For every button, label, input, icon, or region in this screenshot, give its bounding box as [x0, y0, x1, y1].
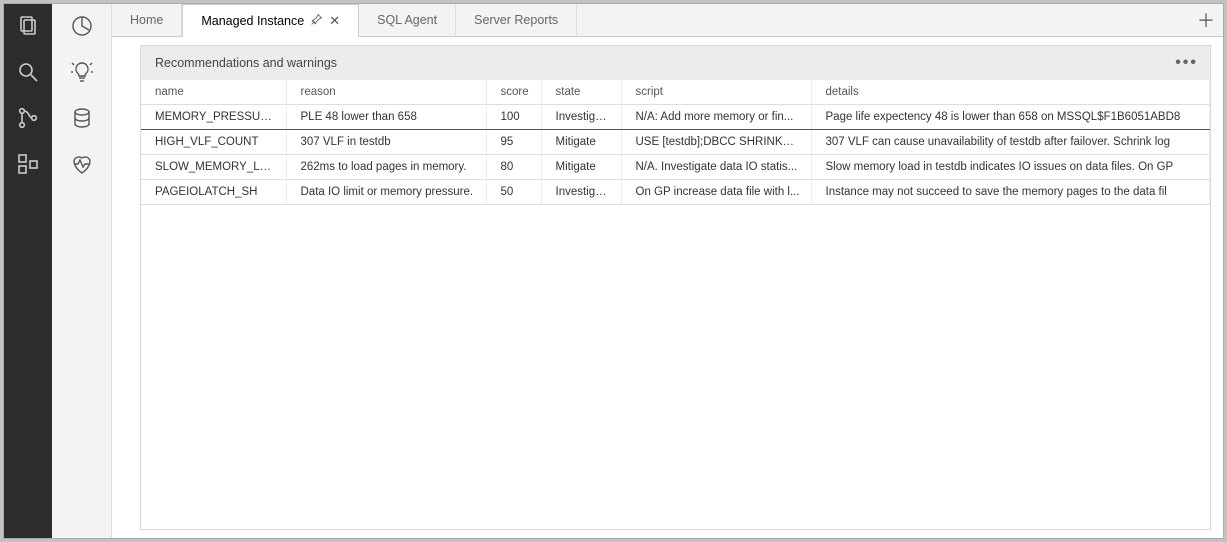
health-icon[interactable]	[70, 152, 94, 176]
table-row[interactable]: HIGH_VLF_COUNT 307 VLF in testdb 95 Miti…	[141, 130, 1210, 155]
cell-state: Mitigate	[541, 130, 621, 155]
tab-home[interactable]: Home	[112, 4, 182, 36]
activity-bar	[4, 4, 52, 538]
files-icon[interactable]	[16, 14, 40, 38]
cell-score: 95	[486, 130, 541, 155]
table-header-row: name reason score state script details	[141, 80, 1210, 105]
database-icon[interactable]	[70, 106, 94, 130]
main-area: Home Managed Instance ✕ SQL Agent Server…	[112, 4, 1223, 538]
close-icon[interactable]: ✕	[329, 13, 340, 29]
cell-details: Slow memory load in testdb indicates IO …	[811, 155, 1210, 180]
cell-script: On GP increase data file with l...	[621, 180, 811, 205]
tab-label: Server Reports	[474, 13, 558, 27]
cell-details: Instance may not succeed to save the mem…	[811, 180, 1210, 205]
cell-score: 50	[486, 180, 541, 205]
cell-details: 307 VLF can cause unavailability of test…	[811, 130, 1210, 155]
tab-managed-instance[interactable]: Managed Instance ✕	[182, 4, 359, 37]
cell-script: N/A. Investigate data IO statis...	[621, 155, 811, 180]
col-header-reason[interactable]: reason	[286, 80, 486, 105]
cell-name: MEMORY_PRESSURE	[141, 105, 286, 130]
source-control-icon[interactable]	[16, 106, 40, 130]
search-icon[interactable]	[16, 60, 40, 84]
content-pane: Recommendations and warnings ••• name	[112, 37, 1223, 538]
panel-header: Recommendations and warnings •••	[141, 46, 1210, 80]
col-header-script[interactable]: script	[621, 80, 811, 105]
cell-details: Page life expectency 48 is lower than 65…	[811, 105, 1210, 130]
col-header-details[interactable]: details	[811, 80, 1210, 105]
editor-tabs: Home Managed Instance ✕ SQL Agent Server…	[112, 4, 1223, 37]
pin-icon[interactable]	[310, 13, 323, 29]
panel-title: Recommendations and warnings	[155, 56, 337, 70]
more-actions-icon[interactable]: •••	[1175, 54, 1198, 72]
col-header-state[interactable]: state	[541, 80, 621, 105]
cell-reason: 262ms to load pages in memory.	[286, 155, 486, 180]
table-row[interactable]: MEMORY_PRESSURE PLE 48 lower than 658 10…	[141, 105, 1210, 130]
col-header-score[interactable]: score	[486, 80, 541, 105]
cell-score: 80	[486, 155, 541, 180]
cell-reason: Data IO limit or memory pressure.	[286, 180, 486, 205]
chart-icon[interactable]	[70, 14, 94, 38]
cell-name: PAGEIOLATCH_SH	[141, 180, 286, 205]
cell-name: SLOW_MEMORY_LOAD	[141, 155, 286, 180]
cell-state: Investigate	[541, 105, 621, 130]
add-tab-button[interactable]: ＋	[1189, 4, 1223, 36]
table-body: MEMORY_PRESSURE PLE 48 lower than 658 10…	[141, 105, 1210, 205]
recommendations-table: name reason score state script details M…	[141, 80, 1210, 205]
secondary-sidebar	[52, 4, 112, 538]
tab-sql-agent[interactable]: SQL Agent	[359, 4, 456, 36]
cell-state: Mitigate	[541, 155, 621, 180]
cell-script: N/A: Add more memory or fin...	[621, 105, 811, 130]
tab-server-reports[interactable]: Server Reports	[456, 4, 577, 36]
extensions-icon[interactable]	[16, 152, 40, 176]
recommendations-panel: Recommendations and warnings ••• name	[140, 45, 1211, 530]
cell-script: USE [testdb];DBCC SHRINKFIL...	[621, 130, 811, 155]
lightbulb-icon[interactable]	[70, 60, 94, 84]
tab-label: SQL Agent	[377, 13, 437, 27]
table-row[interactable]: PAGEIOLATCH_SH Data IO limit or memory p…	[141, 180, 1210, 205]
col-header-name[interactable]: name	[141, 80, 286, 105]
table-row[interactable]: SLOW_MEMORY_LOAD 262ms to load pages in …	[141, 155, 1210, 180]
tab-label: Home	[130, 13, 163, 27]
cell-name: HIGH_VLF_COUNT	[141, 130, 286, 155]
tab-label: Managed Instance	[201, 14, 304, 28]
cell-state: Investigate	[541, 180, 621, 205]
cell-reason: PLE 48 lower than 658	[286, 105, 486, 130]
cell-score: 100	[486, 105, 541, 130]
cell-reason: 307 VLF in testdb	[286, 130, 486, 155]
